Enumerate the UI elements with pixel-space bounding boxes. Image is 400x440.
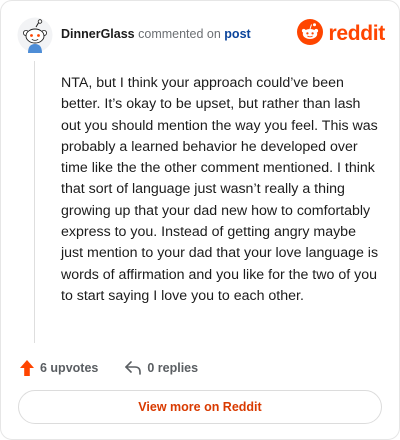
reddit-wordmark: reddit: [328, 22, 385, 45]
upvote-arrow-icon: [19, 359, 35, 377]
comment-body: NTA, but I think your approach could’ve …: [61, 75, 379, 304]
upvote-count: 6 upvotes: [40, 361, 99, 375]
reddit-logo-icon: [297, 18, 324, 50]
author-name[interactable]: DinnerGlass: [61, 27, 135, 41]
view-more-button[interactable]: View more on Reddit: [18, 390, 382, 424]
thread-line: [34, 61, 35, 343]
upvote-button[interactable]: 6 upvotes: [19, 359, 98, 377]
reply-count: 0 replies: [147, 361, 199, 375]
comment-header: DinnerGlass commented on post reddit: [17, 17, 385, 53]
snoo-avatar-icon[interactable]: [17, 17, 53, 53]
post-link[interactable]: post: [224, 27, 250, 41]
embedded-comment-card: DinnerGlass commented on post reddit NTA…: [0, 0, 400, 440]
commented-on-text: commented on: [138, 27, 221, 41]
author-line: DinnerGlass commented on post: [61, 27, 251, 41]
reply-button[interactable]: 0 replies: [124, 360, 198, 376]
comment-actions: 6 upvotes 0 replies: [19, 357, 198, 379]
reply-arrow-icon: [124, 360, 142, 376]
reddit-brand[interactable]: reddit: [297, 18, 385, 50]
